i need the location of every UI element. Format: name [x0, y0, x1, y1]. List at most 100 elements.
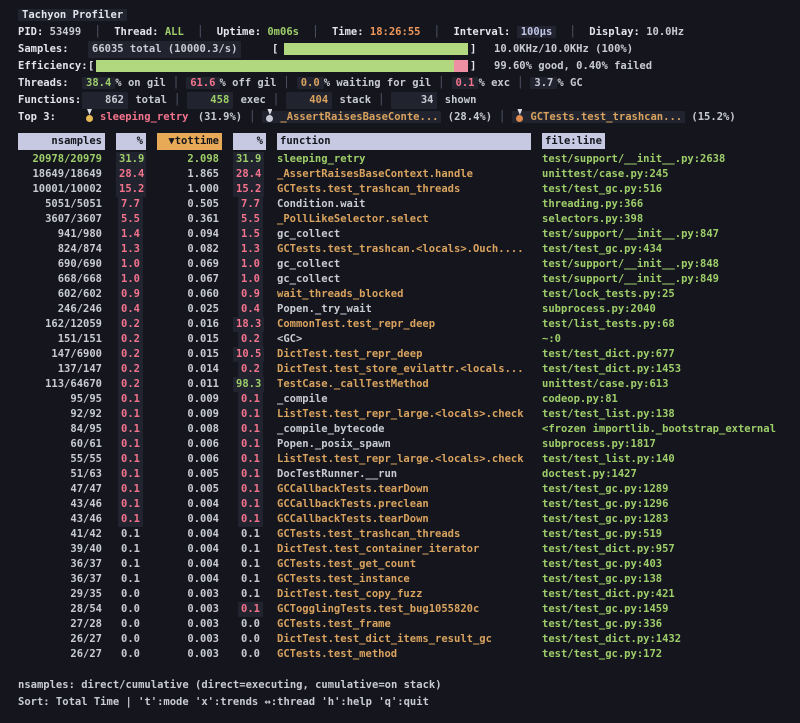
table-row[interactable]: 602/6020.90.0600.9wait_threads_blockedte… — [18, 287, 782, 302]
table-row[interactable]: 95/950.10.0090.1_compilecodeop.py:81 — [18, 392, 782, 407]
table-row[interactable]: 43/460.10.0040.1GCCallbackTests.tearDown… — [18, 512, 782, 527]
nsamples-cell: 137/147 — [18, 362, 105, 377]
gold-medal-icon — [85, 109, 94, 122]
table-row[interactable]: 151/1510.20.0150.2<GC>~:0 — [18, 332, 782, 347]
column-header-file-line[interactable]: file:line — [542, 133, 782, 150]
cumulative-pct-value: 98.3 — [233, 377, 264, 392]
top3-item[interactable]: _AssertRaisesBaseConte... — [262, 111, 441, 123]
top3-line: Top 3:sleeping_retry (31.9%)│_AssertRais… — [18, 109, 800, 126]
separator: │ — [249, 111, 255, 123]
efficiency-line: Efficiency: [ ] 99.60% good, 0.40% faile… — [18, 58, 800, 75]
table-row[interactable]: 113/646700.20.01198.3TestCase._callTestM… — [18, 377, 782, 392]
cumulative-pct-cell: 0.1 — [233, 437, 266, 452]
table-row[interactable]: 3607/36075.50.3615.5_PollLikeSelector.se… — [18, 212, 782, 227]
profile-table: nsamples % ▼tottime % function file:line… — [18, 133, 782, 662]
separator: │ — [95, 26, 101, 38]
function-cell: GCTests.test_instance — [277, 572, 531, 587]
cumulative-pct-value: 0.1 — [238, 557, 263, 572]
table-row[interactable]: 137/1470.20.0140.2DictTest.test_store_ev… — [18, 362, 782, 377]
direct-pct-cell: 0.1 — [116, 422, 146, 437]
nsamples-cell: 47/47 — [18, 482, 105, 497]
function-cell: gc_collect — [277, 272, 531, 287]
table-row[interactable]: 55/550.10.0060.1ListTest.test_repr_large… — [18, 452, 782, 467]
nsamples-cell: 602/602 — [18, 287, 105, 302]
cumulative-pct-value: 0.1 — [238, 572, 263, 587]
table-row[interactable]: 29/350.00.0030.1DictTest.test_copy_fuzzt… — [18, 587, 782, 602]
table-row[interactable]: 36/370.10.0040.1GCTests.test_get_countte… — [18, 557, 782, 572]
table-row[interactable]: 47/470.10.0050.1GCCallbackTests.tearDown… — [18, 482, 782, 497]
tottime-cell: 0.008 — [157, 422, 222, 437]
table-row[interactable]: 92/920.10.0090.1ListTest.test_repr_large… — [18, 407, 782, 422]
file-line-cell: test/test_gc.py:1459 — [542, 602, 782, 617]
cumulative-pct-cell: 0.9 — [233, 287, 266, 302]
uptime-label: Uptime: — [217, 26, 261, 38]
direct-pct-value: 0.2 — [118, 377, 143, 392]
cumulative-pct-cell: 0.1 — [233, 452, 266, 467]
table-row[interactable]: 162/120590.20.01618.3CommonTest.test_rep… — [18, 317, 782, 332]
nsamples-cell: 51/63 — [18, 467, 105, 482]
top3-item[interactable]: sleeping_retry — [82, 111, 192, 123]
direct-pct-cell: 5.5 — [116, 212, 146, 227]
table-row[interactable]: 20978/2097931.92.09831.9sleeping_retryte… — [18, 152, 782, 167]
uptime-value: 0m06s — [267, 26, 299, 38]
separator: │ — [434, 26, 440, 38]
table-row[interactable]: 28/540.00.0030.1GCTogglingTests.test_bug… — [18, 602, 782, 617]
direct-pct-cell: 0.2 — [116, 362, 146, 377]
efficiency-failed-segment — [454, 60, 468, 72]
cumulative-pct-value: 1.0 — [238, 257, 263, 272]
table-row[interactable]: 41/420.10.0040.1GCTests.test_trashcan_th… — [18, 527, 782, 542]
cumulative-pct-value: 0.1 — [238, 437, 263, 452]
cumulative-pct-value: 0.0 — [238, 617, 263, 632]
file-line-cell: test/support/__init__.py:848 — [542, 257, 782, 272]
column-header-nsamples[interactable]: nsamples — [18, 133, 105, 150]
functions-line: Functions:862 total│458 exec│404 stack│3… — [18, 92, 800, 109]
cumulative-pct-value: 0.2 — [238, 362, 263, 377]
table-row[interactable]: 690/6901.00.0691.0gc_collecttest/support… — [18, 257, 782, 272]
table-row[interactable]: 26/270.00.0030.0DictTest.test_dict_items… — [18, 632, 782, 647]
table-row[interactable]: 43/460.10.0040.1GCCallbackTests.preclean… — [18, 497, 782, 512]
function-cell: ListTest.test_repr_large.<locals>.check — [277, 407, 531, 422]
tottime-cell: 0.009 — [157, 407, 222, 422]
column-header-direct-pct[interactable]: % — [116, 133, 146, 150]
direct-pct-cell: 0.0 — [116, 632, 146, 647]
file-line-cell: test/test_gc.py:172 — [542, 647, 782, 662]
top3-item[interactable]: GCTests.test_trashcan... — [512, 111, 685, 123]
nsamples-cell: 690/690 — [18, 257, 105, 272]
table-row[interactable]: 36/370.10.0040.1GCTests.test_instancetes… — [18, 572, 782, 587]
table-row[interactable]: 84/950.10.0080.1_compile_bytecode<frozen… — [18, 422, 782, 437]
table-row[interactable]: 5051/50517.70.5057.7Condition.waitthread… — [18, 197, 782, 212]
thread-stat-value: 0.0 — [297, 77, 324, 89]
samples-bar-fill — [284, 43, 468, 55]
table-row[interactable]: 10001/1000215.21.00015.2GCTests.test_tra… — [18, 182, 782, 197]
table-row[interactable]: 51/630.10.0050.1DocTestRunner.__rundocte… — [18, 467, 782, 482]
table-row[interactable]: 824/8741.30.0821.3GCTests.test_trashcan.… — [18, 242, 782, 257]
file-line-cell: test/test_gc.py:1283 — [542, 512, 782, 527]
efficiency-good-segment — [96, 60, 454, 72]
table-row[interactable]: 941/9801.40.0941.5gc_collecttest/support… — [18, 227, 782, 242]
function-stat-value: 34 — [391, 92, 437, 109]
table-row[interactable]: 26/270.00.0030.0GCTests.test_methodtest/… — [18, 647, 782, 662]
function-cell: Popen._try_wait — [277, 302, 531, 317]
thread-value[interactable]: ALL — [165, 26, 184, 38]
column-header-function[interactable]: function — [277, 133, 531, 150]
efficiency-progress-bar — [96, 60, 468, 72]
table-row[interactable]: 246/2460.40.0250.4Popen._try_waitsubproc… — [18, 302, 782, 317]
table-row[interactable]: 39/400.10.0040.1DictTest.test_container_… — [18, 542, 782, 557]
function-cell: _compile — [277, 392, 531, 407]
tottime-cell: 0.060 — [157, 287, 222, 302]
table-row[interactable]: 147/69000.20.01510.5DictTest.test_repr_d… — [18, 347, 782, 362]
efficiency-bar-close-bracket: ] — [470, 58, 476, 75]
table-row[interactable]: 18649/1864928.41.86528.4_AssertRaisesBas… — [18, 167, 782, 182]
table-row[interactable]: 27/280.00.0030.0GCTests.test_frametest/t… — [18, 617, 782, 632]
column-header-cumulative-pct[interactable]: % — [233, 133, 266, 150]
table-row[interactable]: 60/610.10.0060.1Popen._posix_spawnsubpro… — [18, 437, 782, 452]
column-header-tottime[interactable]: ▼tottime — [157, 133, 222, 150]
top3-label: Top 3: — [18, 109, 82, 126]
direct-pct-value: 0.1 — [118, 467, 143, 482]
table-row[interactable]: 668/6681.00.0671.0gc_collecttest/support… — [18, 272, 782, 287]
function-cell: ListTest.test_repr_large.<locals>.check — [277, 452, 531, 467]
thread-stat-value: 0.1 — [452, 77, 479, 89]
file-line-cell: test/test_gc.py:1289 — [542, 482, 782, 497]
file-line-cell: doctest.py:1427 — [542, 467, 782, 482]
nsamples-cell: 246/246 — [18, 302, 105, 317]
